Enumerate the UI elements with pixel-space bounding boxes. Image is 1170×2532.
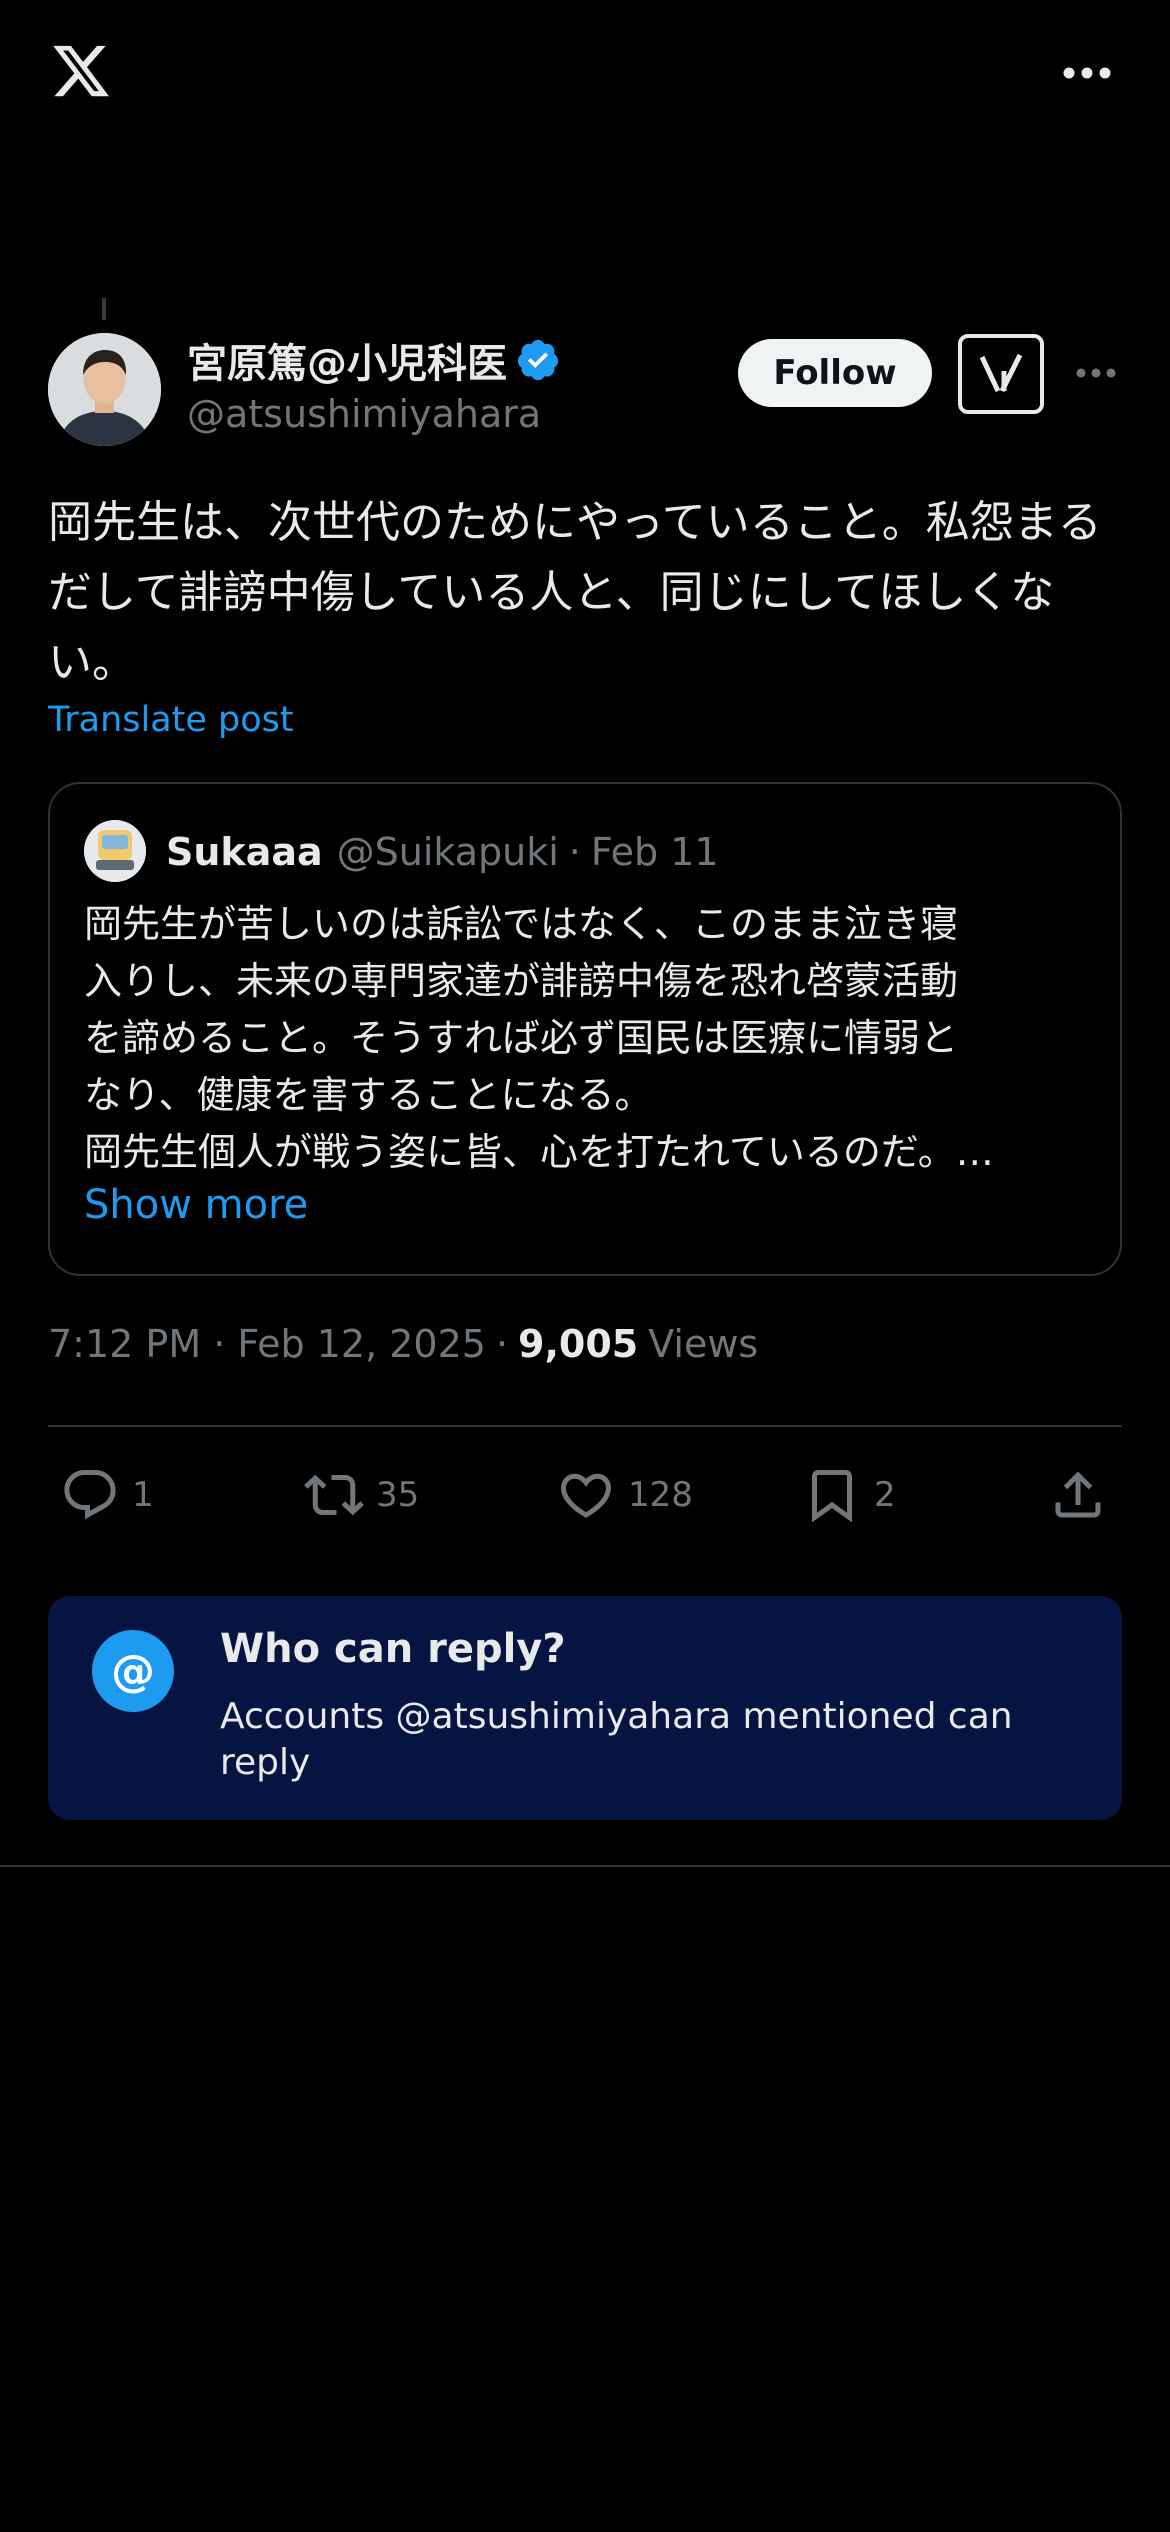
quoted-author-name: Sukaaa bbox=[166, 830, 323, 874]
like-count: 128 bbox=[628, 1475, 693, 1515]
quoted-post[interactable]: Sukaaa @Suikapuki · Feb 11 岡先生が苦しいのは訴訟では… bbox=[48, 782, 1122, 1276]
reply-count: 1 bbox=[132, 1475, 154, 1515]
quoted-author-handle: @Suikapuki bbox=[336, 830, 559, 874]
quoted-text-line: なり、健康を害することになる。 bbox=[84, 1073, 653, 1117]
more-options-icon[interactable] bbox=[1062, 66, 1112, 80]
quoted-text-line: 岡先生個人が戦う姿に皆、心を打たれているのだ。… bbox=[84, 1130, 994, 1174]
repost-count: 35 bbox=[376, 1475, 420, 1515]
bookmark-count: 2 bbox=[874, 1475, 896, 1515]
top-bar bbox=[0, 0, 1170, 150]
meta-separator: · bbox=[495, 1322, 509, 1366]
bookmark-icon bbox=[812, 1470, 852, 1523]
heart-icon bbox=[560, 1473, 612, 1518]
like-button[interactable]: 128 bbox=[556, 1460, 693, 1530]
post-meta: 7:12 PM · Feb 12, 2025 · 9,005 Views bbox=[48, 1322, 758, 1366]
follow-button[interactable]: Follow bbox=[738, 339, 932, 407]
quoted-text-line: を諦めること。そうすれば必ず国民は医療に情弱と bbox=[84, 1016, 959, 1060]
post-text: 岡先生は、次世代のためにやっていること。私怨まるだして誹謗中傷している人と、同じ… bbox=[48, 497, 1102, 688]
reply-button[interactable]: 1 bbox=[60, 1460, 154, 1530]
quoted-text-line: 岡先生が苦しいのは訴訟ではなく、このまま泣き寝 bbox=[84, 902, 959, 946]
grok-icon bbox=[979, 353, 1023, 393]
quoted-header: Sukaaa @Suikapuki · Feb 11 bbox=[166, 822, 719, 882]
translate-post-link[interactable]: Translate post bbox=[48, 700, 294, 740]
grok-button[interactable] bbox=[958, 334, 1044, 414]
share-icon bbox=[1055, 1471, 1101, 1518]
author-avatar[interactable] bbox=[48, 333, 161, 446]
verified-badge-icon bbox=[517, 339, 559, 381]
author-display-name[interactable]: 宮原篤@小児科医 bbox=[187, 331, 507, 389]
post-more-icon[interactable] bbox=[1075, 367, 1117, 379]
quoted-author-avatar bbox=[84, 820, 146, 882]
views-label: Views bbox=[648, 1322, 759, 1366]
author-handle[interactable]: @atsushimiyahara bbox=[187, 392, 541, 436]
thread-connector-line bbox=[102, 298, 106, 320]
post-timestamp[interactable]: 7:12 PM · Feb 12, 2025 bbox=[48, 1322, 486, 1366]
bookmark-button[interactable]: 2 bbox=[802, 1460, 896, 1530]
show-more-link[interactable]: Show more bbox=[84, 1182, 308, 1228]
divider bbox=[0, 1865, 1170, 1867]
x-logo-icon[interactable] bbox=[48, 40, 114, 102]
who-can-reply-description: Accounts @atsushimiyahara mentioned can … bbox=[220, 1696, 1013, 1783]
author-name-row: 宮原篤@小児科医 bbox=[187, 330, 561, 390]
action-bar: 1 35 128 2 bbox=[0, 1460, 1170, 1530]
who-can-reply-title: Who can reply? bbox=[220, 1626, 566, 1672]
quoted-date: Feb 11 bbox=[590, 830, 719, 874]
share-button[interactable] bbox=[1048, 1460, 1108, 1530]
repost-icon bbox=[304, 1474, 364, 1516]
reply-icon bbox=[64, 1470, 116, 1520]
views-count: 9,005 bbox=[518, 1322, 639, 1366]
repost-button[interactable]: 35 bbox=[304, 1460, 419, 1530]
who-can-reply-card: @ Who can reply? Accounts @atsushimiyaha… bbox=[48, 1596, 1122, 1820]
at-sign-icon: @ bbox=[92, 1630, 174, 1712]
quoted-separator: · bbox=[568, 830, 581, 874]
divider bbox=[48, 1425, 1122, 1427]
quoted-text-line: 入りし、未来の専門家達が誹謗中傷を恐れ啓蒙活動 bbox=[84, 959, 959, 1003]
quoted-text: 岡先生が苦しいのは訴訟ではなく、このまま泣き寝 入りし、未来の専門家達が誹謗中傷… bbox=[84, 896, 1094, 1181]
